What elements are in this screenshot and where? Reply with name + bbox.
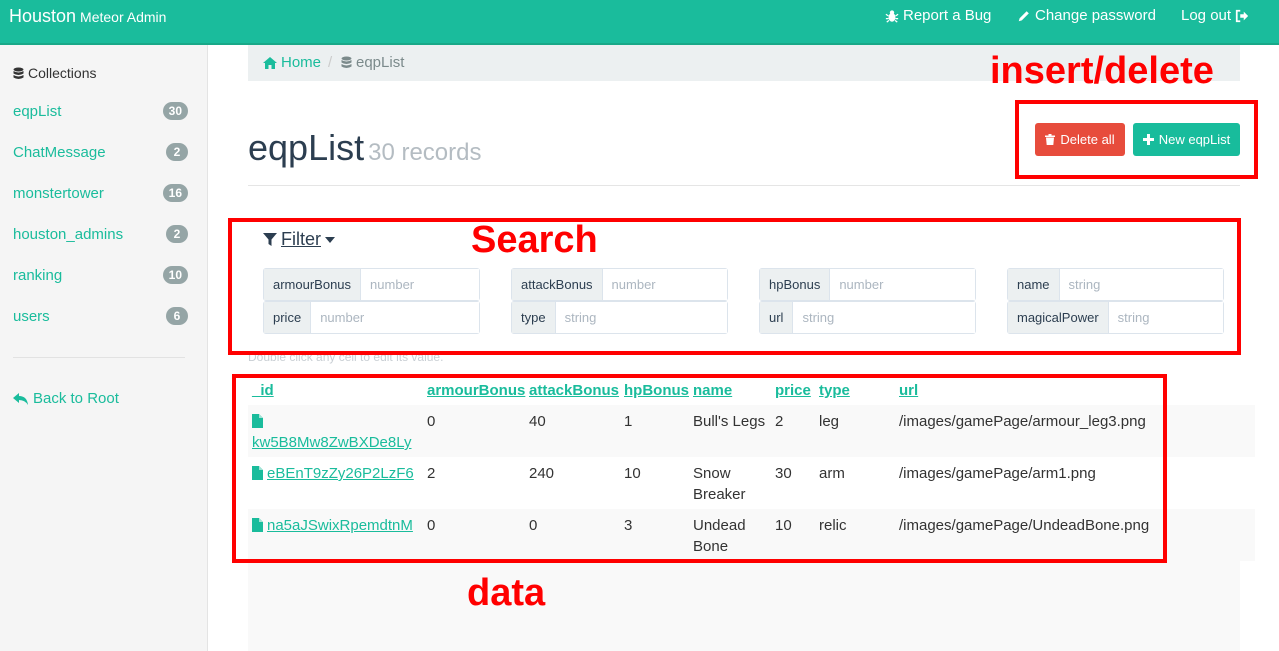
sidebar-item-eqplist[interactable]: eqpList 30 <box>13 100 188 124</box>
logout-link[interactable]: Log out <box>1181 7 1249 24</box>
reply-arrow-icon <box>13 392 28 405</box>
sidebar-item-label: eqpList <box>13 103 62 120</box>
search-annotation-label: Search <box>471 219 598 261</box>
brand-title[interactable]: Houston <box>9 6 76 26</box>
sidebar-item-monstertower[interactable]: monstertower 16 <box>13 182 188 206</box>
insert-delete-annotation-box <box>1015 100 1258 179</box>
database-icon <box>341 56 352 68</box>
collections-heading: Collections <box>13 65 96 81</box>
record-count: 30 records <box>368 139 482 166</box>
count-badge: 2 <box>166 225 188 243</box>
sidebar: Collections eqpList 30 ChatMessage 2 mon… <box>0 45 208 651</box>
back-to-root-label: Back to Root <box>33 390 119 407</box>
sidebar-item-label: ChatMessage <box>13 144 106 161</box>
sidebar-item-label: monstertower <box>13 185 104 202</box>
pencil-icon <box>1018 10 1029 21</box>
breadcrumb-separator: / <box>328 54 333 71</box>
data-annotation-box <box>232 374 1167 563</box>
count-badge: 30 <box>162 102 188 120</box>
sidebar-item-chatmessage[interactable]: ChatMessage 2 <box>13 141 188 165</box>
sidebar-item-label: users <box>13 308 50 325</box>
navbar: Houston Meteor Admin Report a Bug Change … <box>0 0 1279 45</box>
page-title: eqpList 30 records <box>248 127 481 169</box>
sidebar-item-ranking[interactable]: ranking 10 <box>13 264 188 288</box>
logout-icon <box>1235 9 1249 22</box>
brand-subtitle: Meteor Admin <box>80 9 167 25</box>
sidebar-item-houston-admins[interactable]: houston_admins 2 <box>13 223 188 247</box>
sidebar-item-users[interactable]: users 6 <box>13 305 188 329</box>
change-password-link[interactable]: Change password <box>1017 7 1156 24</box>
count-badge: 10 <box>162 266 188 284</box>
insert-delete-annotation-label: insert/delete <box>990 50 1214 92</box>
breadcrumb-home[interactable]: Home <box>263 54 321 71</box>
breadcrumb-current-label: eqpList <box>356 54 405 71</box>
breadcrumb-current: eqpList <box>341 54 404 71</box>
sidebar-divider <box>13 357 185 358</box>
breadcrumb-home-label: Home <box>281 54 322 71</box>
collection-name: eqpList <box>248 127 365 168</box>
search-annotation-box <box>228 218 1241 355</box>
brand[interactable]: Houston Meteor Admin <box>9 6 166 27</box>
collections-heading-label: Collections <box>28 65 97 81</box>
database-icon <box>13 67 24 79</box>
report-bug-label: Report a Bug <box>903 7 992 24</box>
count-badge: 16 <box>162 184 188 202</box>
change-password-label: Change password <box>1035 7 1156 24</box>
title-divider <box>248 185 1240 186</box>
home-icon <box>263 56 277 69</box>
logout-label: Log out <box>1181 7 1232 24</box>
sidebar-item-label: houston_admins <box>13 226 124 243</box>
count-badge: 6 <box>166 307 188 325</box>
count-badge: 2 <box>166 143 188 161</box>
back-to-root-link[interactable]: Back to Root <box>13 390 119 407</box>
data-annotation-label: data <box>467 572 546 614</box>
report-bug-link[interactable]: Report a Bug <box>885 7 991 24</box>
bug-icon <box>885 9 899 23</box>
sidebar-item-label: ranking <box>13 267 63 284</box>
